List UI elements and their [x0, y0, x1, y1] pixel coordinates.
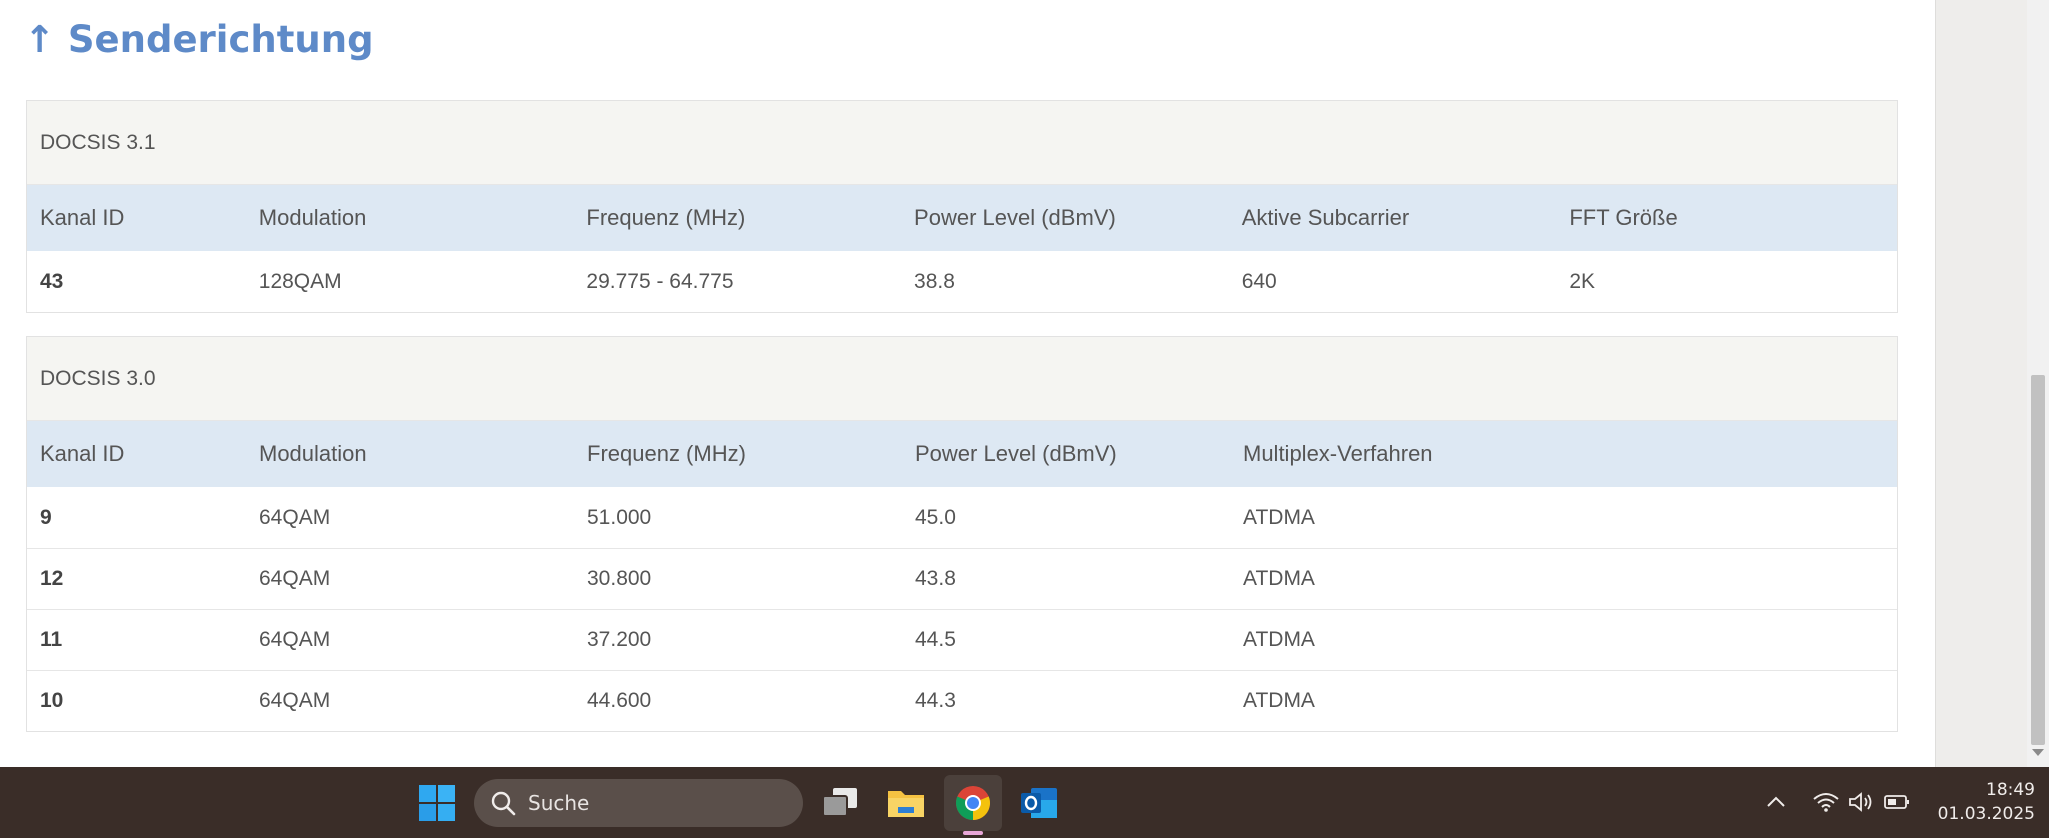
- table-row: 10 64QAM 44.600 44.3 ATDMA: [27, 670, 1897, 731]
- cell-power-level: 44.5: [915, 628, 956, 651]
- cell-multiplex-method: ATDMA: [1243, 567, 1315, 590]
- vertical-scrollbar[interactable]: [2027, 0, 2049, 767]
- table-row: 12 64QAM 30.800 43.8 ATDMA: [27, 548, 1897, 609]
- taskbar-search-box[interactable]: Suche: [474, 779, 803, 827]
- column-header-frequency: Frequenz (MHz): [586, 205, 746, 230]
- column-header-channel-id: Kanal ID: [40, 205, 125, 230]
- column-header-power-level: Power Level (dBmV): [915, 441, 1117, 466]
- docsis30-card: DOCSIS 3.0 Kanal ID Modulation Frequenz …: [26, 336, 1898, 732]
- scroll-down-arrow-icon[interactable]: [2032, 749, 2044, 756]
- clock-date: 01.03.2025: [1937, 804, 2035, 824]
- cell-modulation: 64QAM: [259, 567, 331, 590]
- cell-modulation: 64QAM: [259, 505, 331, 529]
- search-icon: [491, 791, 516, 816]
- cell-power-level: 44.3: [915, 689, 956, 712]
- docsis30-table-body: 9 64QAM 51.000 45.0 ATDMA 12 64QAM 30.80…: [27, 487, 1897, 731]
- cell-power-level: 45.0: [915, 505, 956, 529]
- side-panel: [1935, 0, 2027, 767]
- cell-channel-id: 43: [40, 269, 64, 293]
- search-placeholder: Suche: [528, 791, 590, 815]
- clock-time: 18:49: [1986, 780, 2035, 800]
- column-header-modulation: Modulation: [258, 205, 367, 230]
- cell-channel-id: 11: [40, 628, 63, 651]
- column-header-power-level: Power Level (dBmV): [914, 205, 1116, 230]
- cell-multiplex-method: ATDMA: [1243, 628, 1315, 651]
- taskbar-clock[interactable]: 18:49 01.03.2025: [1930, 778, 2035, 826]
- scrollbar-thumb[interactable]: [2031, 375, 2045, 745]
- docsis31-header: DOCSIS 3.1: [27, 101, 1897, 185]
- cell-multiplex-method: ATDMA: [1243, 505, 1315, 529]
- column-header-frequency: Frequenz (MHz): [587, 441, 746, 466]
- cell-multiplex-method: ATDMA: [1243, 689, 1315, 712]
- cell-modulation: 64QAM: [259, 689, 331, 712]
- taskbar: Suche 18:49 01.03.2025: [0, 767, 2049, 838]
- docsis31-column-headers: Kanal ID Modulation Frequenz (MHz) Power…: [27, 185, 1897, 251]
- cell-frequency: 30.800: [587, 567, 652, 590]
- table-row: 43 128QAM 29.775 - 64.775 38.8 640 2K: [27, 251, 1897, 312]
- outlook-icon[interactable]: [1017, 781, 1061, 825]
- cell-fft-size: 2K: [1569, 269, 1596, 293]
- speaker-icon[interactable]: [1847, 789, 1875, 815]
- cell-frequency: 51.000: [587, 505, 652, 529]
- cell-frequency: 29.775 - 64.775: [586, 269, 734, 293]
- file-explorer-icon[interactable]: [884, 781, 928, 825]
- column-header-multiplex-method: Multiplex-Verfahren: [1243, 441, 1433, 466]
- chevron-up-icon[interactable]: [1765, 789, 1787, 815]
- column-header-active-subcarrier: Aktive Subcarrier: [1241, 205, 1410, 230]
- cell-frequency: 37.200: [587, 628, 652, 651]
- wifi-icon[interactable]: [1812, 789, 1840, 815]
- cell-channel-id: 10: [40, 689, 64, 712]
- column-header-channel-id: Kanal ID: [40, 441, 125, 466]
- cell-channel-id: 12: [40, 567, 64, 590]
- section-title-upstream: ↑ Senderichtung: [24, 18, 374, 61]
- docsis30-column-headers: Kanal ID Modulation Frequenz (MHz) Power…: [27, 421, 1897, 487]
- chrome-icon[interactable]: [951, 781, 995, 825]
- cell-modulation: 128QAM: [258, 269, 342, 293]
- router-status-page: ↑ Senderichtung DOCSIS 3.1 Kanal ID Modu…: [0, 0, 1935, 767]
- cell-modulation: 64QAM: [259, 628, 331, 651]
- docsis31-table-body: 43 128QAM 29.775 - 64.775 38.8 640 2K: [27, 251, 1897, 312]
- cell-power-level: 38.8: [914, 269, 955, 293]
- docsis30-header: DOCSIS 3.0: [27, 337, 1897, 421]
- docsis31-card: DOCSIS 3.1 Kanal ID Modulation Frequenz …: [26, 100, 1898, 313]
- table-row: 9 64QAM 51.000 45.0 ATDMA: [27, 487, 1897, 548]
- windows-start-icon[interactable]: [415, 781, 459, 825]
- task-view-icon[interactable]: [818, 781, 862, 825]
- cell-frequency: 44.600: [587, 689, 652, 712]
- cell-active-subcarrier: 640: [1241, 269, 1277, 293]
- active-app-indicator: [963, 831, 983, 835]
- battery-icon[interactable]: [1883, 789, 1911, 815]
- column-header-fft-size: FFT Größe: [1569, 205, 1678, 230]
- table-row: 11 64QAM 37.200 44.5 ATDMA: [27, 609, 1897, 670]
- column-header-modulation: Modulation: [259, 441, 367, 466]
- cell-channel-id: 9: [40, 505, 52, 529]
- cell-power-level: 43.8: [915, 567, 956, 590]
